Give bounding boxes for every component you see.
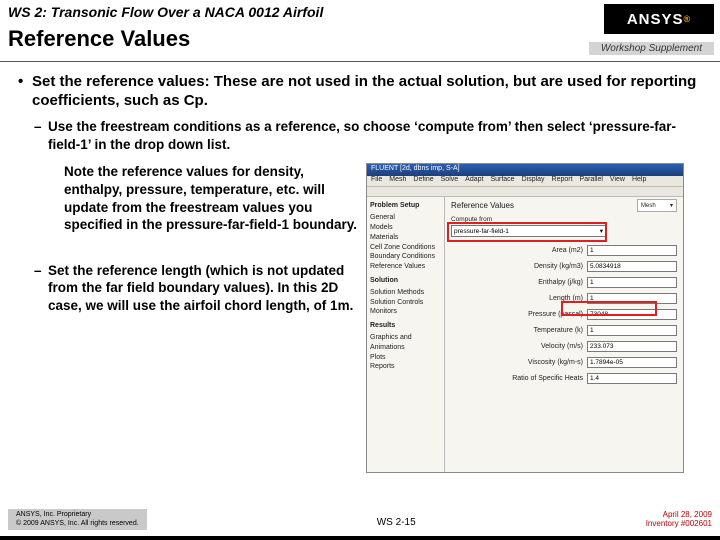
compute-from-value: pressure-far-field-1 [454,228,509,235]
lbl-gamma: Ratio of Specific Heats [451,375,583,382]
in-velocity[interactable]: 233.073 [587,341,677,352]
sub-bullet-compute: Use the freestream conditions as a refer… [18,118,706,153]
note-block: Note the reference values for density, e… [18,163,358,233]
tree-header-solution: Solution [370,276,441,286]
main-bullet: Set the reference values: These are not … [18,72,706,110]
fluent-toolbar [367,187,683,197]
menu-view[interactable]: View [610,176,625,186]
tree-plots[interactable]: Plots [370,353,441,363]
tree-reports[interactable]: Reports [370,362,441,372]
menu-surface[interactable]: Surface [490,176,514,186]
lbl-length: Length (m) [451,295,583,302]
menu-report[interactable]: Report [552,176,573,186]
sub-bullet-length: Set the reference length (which is not u… [18,262,358,315]
menu-display[interactable]: Display [522,176,545,186]
reference-values-panel: Mesh Reference Values Compute from press… [445,197,683,472]
lbl-temp: Temperature (k) [451,327,583,334]
fluent-menubar: File Mesh Define Solve Adapt Surface Dis… [367,176,683,187]
nav-tree: Problem Setup General Models Materials C… [367,197,445,472]
tree-header-results: Results [370,321,441,331]
compute-from-select[interactable]: pressure-far-field-1 ▾ [451,225,606,237]
tree-header-setup: Problem Setup [370,201,441,211]
menu-mesh[interactable]: Mesh [389,176,406,186]
tree-cellzone[interactable]: Cell Zone Conditions [370,243,441,253]
in-temp[interactable]: 1 [587,325,677,336]
lbl-area: Area (m2) [451,247,583,254]
compute-from-label: Compute from [451,216,677,223]
in-pressure[interactable]: 73048 [587,309,677,320]
in-density[interactable]: 5.0834918 [587,261,677,272]
tree-materials[interactable]: Materials [370,233,441,243]
menu-file[interactable]: File [371,176,382,186]
slide-footer: ANSYS, Inc. Proprietary © 2009 ANSYS, In… [0,504,720,530]
in-gamma[interactable]: 1.4 [587,373,677,384]
lbl-viscosity: Viscosity (kg/m-s) [451,359,583,366]
tree-monitors[interactable]: Monitors [370,307,441,317]
mesh-dropdown[interactable]: Mesh [637,199,677,212]
tree-refvalues[interactable]: Reference Values [370,262,441,272]
tree-solmethods[interactable]: Solution Methods [370,288,441,298]
tree-boundary[interactable]: Boundary Conditions [370,252,441,262]
menu-define[interactable]: Define [413,176,433,186]
in-enthalpy[interactable]: 1 [587,277,677,288]
menu-parallel[interactable]: Parallel [580,176,603,186]
ansys-logo: ANSYS® [604,4,714,34]
slide-header: WS 2: Transonic Flow Over a NACA 0012 Ai… [0,0,720,62]
tree-graphics[interactable]: Graphics and Animations [370,333,441,353]
menu-solve[interactable]: Solve [441,176,459,186]
slide-content: Set the reference values: These are not … [0,62,720,473]
logo-text: ANSYS [627,11,684,28]
in-viscosity[interactable]: 1.7894e-05 [587,357,677,368]
menu-adapt[interactable]: Adapt [465,176,483,186]
footer-proprietary: ANSYS, Inc. Proprietary © 2009 ANSYS, In… [8,509,147,530]
tree-solcontrols[interactable]: Solution Controls [370,298,441,308]
fluent-titlebar: FLUENT [2d, dbns imp, S-A] [367,164,683,176]
in-area[interactable]: 1 [587,245,677,256]
chevron-down-icon: ▾ [600,227,603,235]
in-length[interactable]: 1 [587,293,677,304]
lbl-pressure: Pressure (pascal) [451,311,583,318]
lbl-density: Density (kg/m3) [451,263,583,270]
supplement-label: Workshop Supplement [589,42,714,55]
lbl-enthalpy: Enthalpy (j/kg) [451,279,583,286]
footer-page: WS 2-15 [377,517,416,530]
menu-help[interactable]: Help [632,176,646,186]
footer-date: April 28, 2009 Inventory #002601 [646,510,712,530]
tree-general[interactable]: General [370,213,441,223]
fluent-screenshot: FLUENT [2d, dbns imp, S-A] File Mesh Def… [366,163,684,473]
tree-models[interactable]: Models [370,223,441,233]
lbl-velocity: Velocity (m/s) [451,343,583,350]
